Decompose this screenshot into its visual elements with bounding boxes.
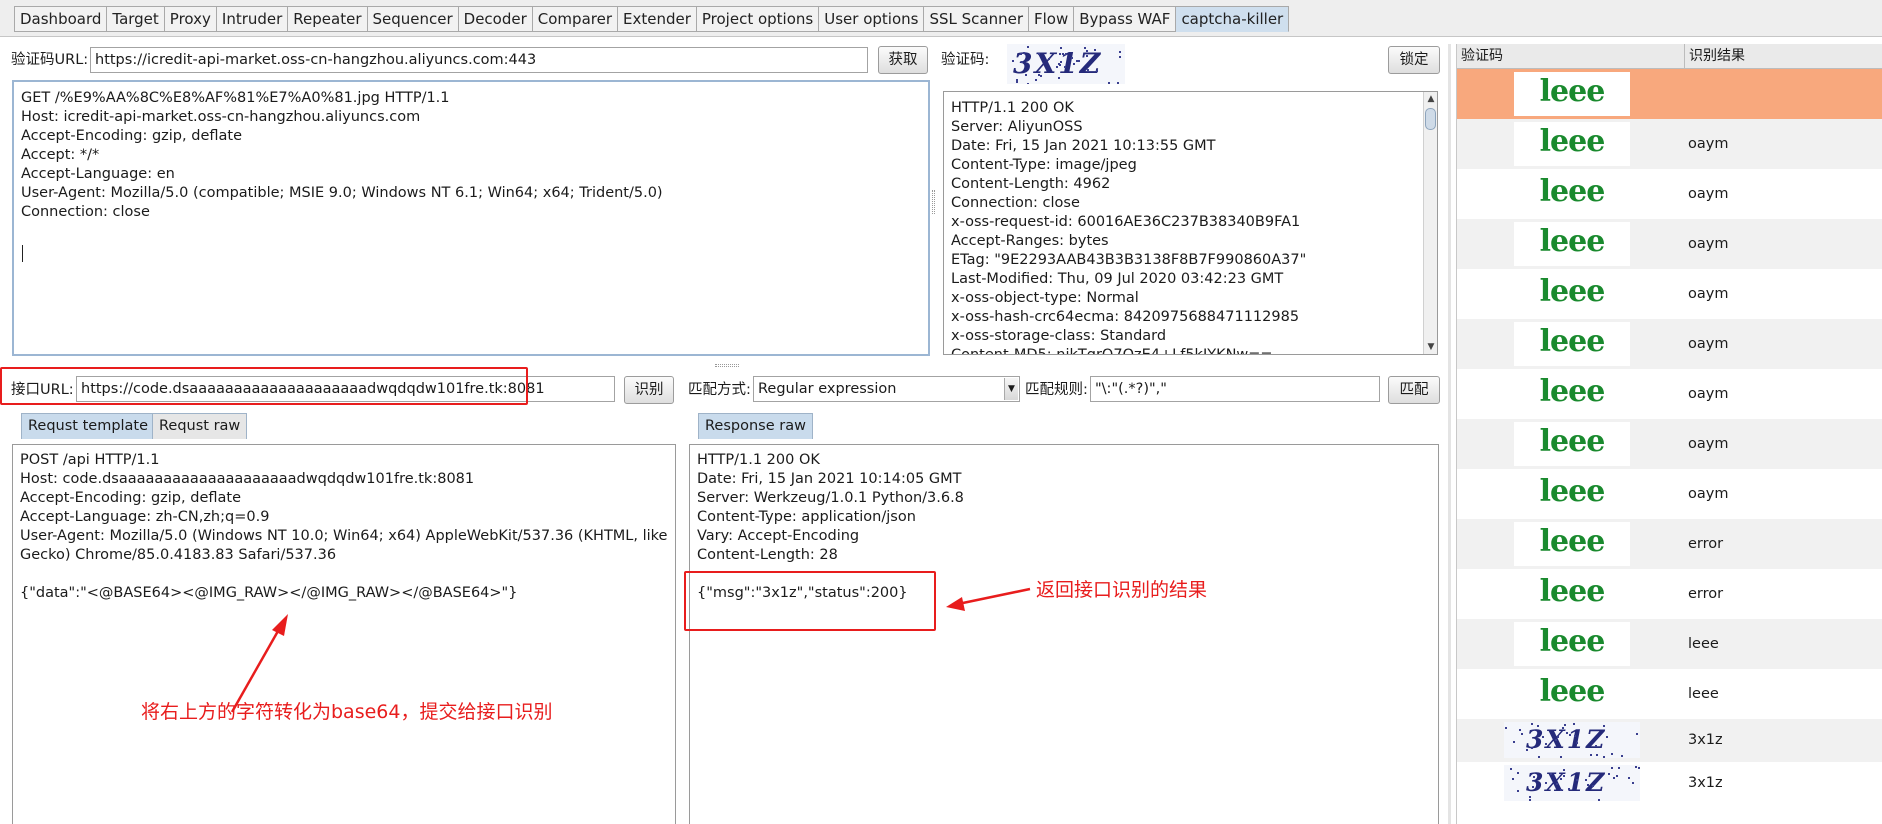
arrow-head-result-icon [946, 597, 965, 611]
arrow-to-result [957, 587, 1031, 606]
arrow-head-template-icon [272, 614, 288, 636]
annotation-result-note: 返回接口识别的结果 [1036, 579, 1208, 601]
annotation-base64-note: 将右上方的字符转化为base64，提交给接口识别 [141, 701, 553, 723]
